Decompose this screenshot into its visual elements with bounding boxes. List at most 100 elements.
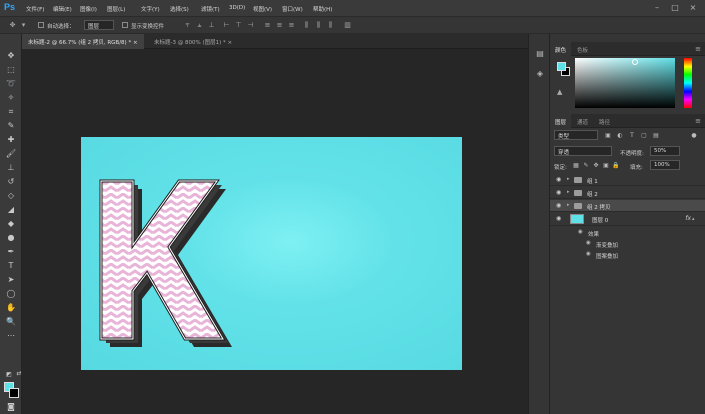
minimize-icon[interactable]: – xyxy=(652,3,662,13)
history-brush-tool-icon[interactable]: ↺ xyxy=(4,176,18,188)
tab-document-2[interactable]: 未标题-2 @ 66.7% (组 2 拷贝, RGB/8) * × xyxy=(22,34,144,49)
dodge-tool-icon[interactable]: ● xyxy=(4,232,18,244)
align-bottom-icon[interactable]: ⊥ xyxy=(207,21,216,30)
eye-icon[interactable]: ◉ xyxy=(578,229,583,235)
tab-color[interactable]: 颜色 xyxy=(550,42,572,56)
align-top-icon[interactable]: ⫧ xyxy=(183,21,192,30)
tab-channels[interactable]: 通道 xyxy=(572,114,593,128)
quick-mask-icon[interactable]: ◙ xyxy=(4,401,18,413)
layer-row-group-2-copy[interactable]: ◉ ▸ 组 2 拷贝 xyxy=(550,200,705,212)
background-color-swatch[interactable] xyxy=(9,388,19,398)
hand-tool-icon[interactable]: ✋ xyxy=(4,302,18,314)
menu-help[interactable]: 帮助(H) xyxy=(313,5,332,13)
menu-layer[interactable]: 图层(L) xyxy=(107,5,125,13)
eye-icon[interactable]: ◉ xyxy=(556,176,561,183)
lock-all-icon[interactable]: 🔒 xyxy=(612,162,620,170)
hue-slider[interactable] xyxy=(684,58,692,108)
eye-icon[interactable]: ◉ xyxy=(556,189,561,196)
marquee-tool-icon[interactable]: ⬚ xyxy=(4,64,18,76)
smart-object-filter-icon[interactable]: ▤ xyxy=(652,132,660,140)
lock-transparent-icon[interactable]: ▦ xyxy=(572,162,580,170)
close-icon[interactable]: × xyxy=(688,3,698,13)
menu-filter[interactable]: 滤镜(T) xyxy=(201,5,220,13)
opacity-input[interactable]: 50% xyxy=(650,146,680,156)
auto-align-icon[interactable]: ▥ xyxy=(343,21,352,30)
blend-mode-select[interactable]: 穿透 xyxy=(554,146,612,156)
menu-window[interactable]: 窗口(W) xyxy=(282,5,303,13)
tab-swatches[interactable]: 色板 xyxy=(572,42,593,56)
more-tools-icon[interactable]: ⋯ xyxy=(4,330,18,342)
history-panel-icon[interactable]: ▤ xyxy=(534,48,546,60)
color-cube-icon[interactable]: ▲ xyxy=(557,88,567,98)
crop-tool-icon[interactable]: ⌗ xyxy=(4,106,18,118)
align-center-icon[interactable]: ⊤ xyxy=(234,21,243,30)
lock-artboard-icon[interactable]: ▣ xyxy=(602,162,610,170)
paint-bucket-tool-icon[interactable]: ◢ xyxy=(4,204,18,216)
tab-layers[interactable]: 图层 xyxy=(550,114,572,128)
move-tool-icon[interactable]: ✥ xyxy=(4,50,18,62)
properties-panel-icon[interactable]: ◈ xyxy=(534,68,546,80)
zoom-tool-icon[interactable]: 🔍 xyxy=(4,316,18,328)
blur-tool-icon[interactable]: ◆ xyxy=(4,218,18,230)
brush-tool-icon[interactable]: 🖌 xyxy=(4,148,18,160)
filter-toggle-icon[interactable]: ● xyxy=(690,132,698,140)
panel-fg-swatch[interactable] xyxy=(557,62,566,71)
show-transform-checkbox[interactable] xyxy=(122,22,128,28)
auto-select-dropdown[interactable]: 图层 xyxy=(84,20,114,30)
layer-row-group-2[interactable]: ◉ ▸ 组 2 xyxy=(550,187,705,199)
layer-row-group-1[interactable]: ◉ ▸ 组 1 xyxy=(550,174,705,186)
expand-arrow-icon[interactable]: ▸ xyxy=(567,189,570,195)
expand-arrow-icon[interactable]: ▸ xyxy=(567,202,570,208)
fx-icon[interactable]: fx xyxy=(685,215,691,222)
eye-icon[interactable]: ◉ xyxy=(586,251,591,257)
adjustment-filter-icon[interactable]: ◐ xyxy=(616,132,624,140)
menu-3d[interactable]: 3D(D) xyxy=(229,5,245,11)
pen-tool-icon[interactable]: ✒ xyxy=(4,246,18,258)
canvas-document[interactable] xyxy=(81,137,462,370)
tab-document-3[interactable]: 未标题-3 @ 800% (图层1) * × xyxy=(148,34,258,49)
eraser-tool-icon[interactable]: ◇ xyxy=(4,190,18,202)
align-left-icon[interactable]: ⊢ xyxy=(222,21,231,30)
shape-tool-icon[interactable]: ◯ xyxy=(4,288,18,300)
menu-type[interactable]: 文字(Y) xyxy=(141,5,160,13)
magic-wand-tool-icon[interactable]: ✧ xyxy=(4,92,18,104)
layer-row-layer-0[interactable]: ◉ 图层 0 fx ▴ xyxy=(550,213,705,226)
type-filter-icon[interactable]: T xyxy=(628,132,636,140)
lock-pixels-icon[interactable]: ✎ xyxy=(582,162,590,170)
path-selection-tool-icon[interactable]: ➤ xyxy=(4,274,18,286)
distribute-center-icon[interactable]: ⫼ xyxy=(314,21,323,30)
healing-brush-tool-icon[interactable]: ✚ xyxy=(4,134,18,146)
distribute-left-icon[interactable]: ⫼ xyxy=(302,21,311,30)
menu-file[interactable]: 文件(F) xyxy=(26,5,44,13)
eye-icon[interactable]: ◉ xyxy=(586,240,591,246)
lock-position-icon[interactable]: ✥ xyxy=(592,162,600,170)
layers-menu-icon[interactable]: ≡ xyxy=(695,117,701,125)
tab-paths[interactable]: 路径 xyxy=(594,114,615,128)
collapse-arrow-icon[interactable]: ▴ xyxy=(692,216,695,222)
align-middle-icon[interactable]: ⫨ xyxy=(195,21,204,30)
chevron-down-icon[interactable]: ▾ xyxy=(19,21,28,30)
color-picker-marker[interactable] xyxy=(632,59,638,65)
maximize-icon[interactable]: □ xyxy=(670,3,680,13)
distribute-top-icon[interactable]: ≡ xyxy=(263,21,272,30)
menu-view[interactable]: 视图(V) xyxy=(253,5,272,13)
shape-filter-icon[interactable]: ▢ xyxy=(640,132,648,140)
distribute-right-icon[interactable]: ⫼ xyxy=(326,21,335,30)
type-tool-icon[interactable]: T xyxy=(4,260,18,272)
pixel-filter-icon[interactable]: ▣ xyxy=(604,132,612,140)
distribute-bottom-icon[interactable]: ≡ xyxy=(287,21,296,30)
fill-input[interactable]: 100% xyxy=(650,160,680,170)
eye-icon[interactable]: ◉ xyxy=(556,215,561,222)
distribute-middle-icon[interactable]: ≡ xyxy=(275,21,284,30)
filter-kind-select[interactable]: 类型 xyxy=(554,130,598,140)
menu-edit[interactable]: 编辑(E) xyxy=(53,5,72,13)
eyedropper-tool-icon[interactable]: ✎ xyxy=(4,120,18,132)
menu-image[interactable]: 图像(I) xyxy=(80,5,97,13)
color-picker-field[interactable] xyxy=(575,58,675,108)
eye-icon[interactable]: ◉ xyxy=(556,202,561,209)
menu-select[interactable]: 选择(S) xyxy=(170,5,189,13)
align-right-icon[interactable]: ⊣ xyxy=(246,21,255,30)
move-icon[interactable]: ✥ xyxy=(8,21,17,30)
lasso-tool-icon[interactable]: ➰ xyxy=(4,78,18,90)
clone-stamp-tool-icon[interactable]: ⊥ xyxy=(4,162,18,174)
